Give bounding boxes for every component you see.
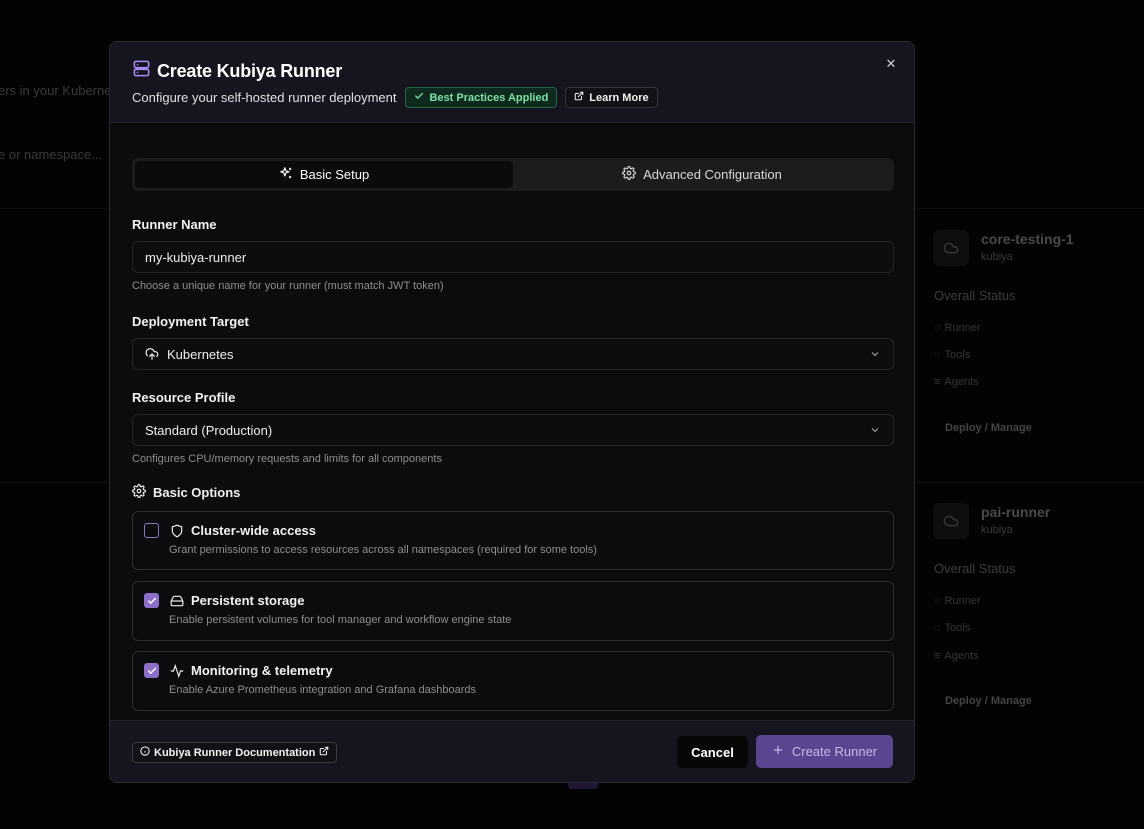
resource-profile-label: Resource Profile: [132, 390, 236, 405]
learn-more-link[interactable]: Learn More: [565, 87, 658, 108]
modal-title: Create Kubiya Runner: [157, 60, 343, 81]
status-row-runner: ◌ Runner: [934, 322, 981, 334]
cancel-button[interactable]: Cancel: [677, 736, 748, 768]
chevron-down-icon: [869, 348, 881, 363]
runner-org: kubiya: [981, 524, 1013, 536]
chevron-down-icon: [869, 424, 881, 439]
cloud-icon: [933, 230, 969, 266]
option-description: Enable persistent volumes for tool manag…: [169, 614, 512, 626]
deployment-target-value: Kubernetes: [167, 346, 234, 362]
external-link-icon: [319, 746, 329, 759]
documentation-link[interactable]: Kubiya Runner Documentation: [132, 742, 338, 763]
option-monitoring-telemetry[interactable]: Monitoring & telemetry Enable Azure Prom…: [132, 651, 894, 711]
cloud-icon: [933, 503, 969, 539]
cloud-upload-icon: [145, 347, 159, 361]
plus-icon: [772, 744, 784, 759]
option-title: Cluster-wide access: [191, 523, 317, 538]
gear-icon: [132, 484, 146, 501]
activity-icon: [170, 663, 184, 683]
list-icon: ≡: [934, 376, 941, 388]
resource-profile-value: Standard (Production): [145, 422, 273, 438]
option-title: Persistent storage: [191, 593, 305, 608]
status-dot-icon: ◌: [934, 322, 941, 334]
status-row-tools: ◌ Tools: [934, 622, 971, 634]
cluster-wide-checkbox[interactable]: [144, 523, 159, 538]
sparkles-icon: [279, 166, 293, 183]
info-icon: [140, 746, 150, 759]
close-icon[interactable]: ✕: [883, 56, 899, 72]
tab-advanced-configuration[interactable]: Advanced Configuration: [513, 161, 891, 188]
list-icon: ≡: [934, 650, 941, 662]
title-row: Create Kubiya Runner: [132, 59, 342, 83]
option-persistent-storage[interactable]: Persistent storage Enable persistent vol…: [132, 581, 894, 641]
resource-profile-help: Configures CPU/memory requests and limit…: [132, 453, 442, 465]
deploy-manage-button: Deploy / Manage: [945, 695, 1032, 707]
wrench-icon: ◌: [934, 622, 941, 634]
runner-name-input[interactable]: [145, 249, 881, 265]
modal-header: Create Kubiya Runner Configure your self…: [110, 42, 914, 123]
create-runner-modal: Create Kubiya Runner Configure your self…: [109, 41, 915, 783]
basic-options-heading: Basic Options: [132, 484, 240, 501]
runner-name: core-testing-1: [981, 231, 1074, 247]
gear-icon: [622, 166, 637, 183]
runner-name: pai-runner: [981, 504, 1051, 520]
resource-profile-select[interactable]: Standard (Production): [132, 414, 894, 446]
deployment-target-label: Deployment Target: [132, 314, 249, 329]
monitoring-checkbox[interactable]: [144, 663, 159, 678]
check-icon: [414, 91, 424, 104]
runner-org: kubiya: [981, 251, 1013, 263]
wrench-icon: ◌: [934, 349, 941, 361]
modal-footer: Kubiya Runner Documentation Cancel Creat…: [110, 720, 914, 782]
server-icon: [132, 59, 151, 83]
status-dot-icon: ◌: [934, 595, 941, 607]
status-row-agents: ≡ Agents: [934, 650, 979, 662]
status-row-runner: ◌ Runner: [934, 595, 981, 607]
runner-name-label: Runner Name: [132, 217, 217, 232]
persistent-storage-checkbox[interactable]: [144, 593, 159, 608]
option-description: Enable Azure Prometheus integration and …: [169, 684, 476, 696]
option-title: Monitoring & telemetry: [191, 663, 333, 678]
overall-status-label: Overall Status: [934, 561, 1016, 576]
option-cluster-wide-access[interactable]: Cluster-wide access Grant permissions to…: [132, 511, 894, 570]
runner-name-field[interactable]: [132, 241, 894, 273]
option-description: Grant permissions to access resources ac…: [169, 544, 597, 556]
config-tabs: Basic Setup Advanced Configuration: [132, 158, 894, 191]
external-link-icon: [574, 91, 584, 104]
overall-status-label: Overall Status: [934, 288, 1016, 303]
deploy-manage-button: Deploy / Manage: [945, 422, 1032, 434]
status-row-agents: ≡ Agents: [934, 376, 979, 388]
runner-name-help: Choose a unique name for your runner (mu…: [132, 280, 444, 292]
modal-subtitle: Configure your self-hosted runner deploy…: [132, 90, 397, 105]
shield-icon: [170, 524, 184, 543]
create-runner-button[interactable]: Create Runner: [756, 735, 893, 768]
tab-basic-setup[interactable]: Basic Setup: [135, 161, 513, 188]
subtitle-row: Configure your self-hosted runner deploy…: [132, 87, 658, 108]
background-search-placeholder: e or namespace...: [0, 147, 103, 162]
background-description: ers in your Kubernet: [0, 83, 116, 98]
deployment-target-select[interactable]: Kubernetes: [132, 338, 894, 370]
best-practices-badge: Best Practices Applied: [405, 87, 558, 108]
status-row-tools: ◌ Tools: [934, 349, 971, 361]
hard-drive-icon: [170, 594, 184, 613]
